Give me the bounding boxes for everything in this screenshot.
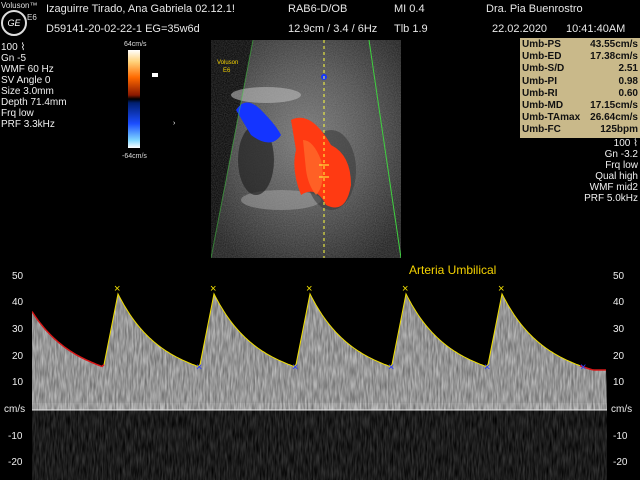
measurement-value: 125bpm <box>600 124 638 136</box>
tib-readout: Tlb 1.9 <box>394 23 428 35</box>
reverse-noise <box>32 410 607 480</box>
measurement-label: Umb-FC <box>522 124 561 136</box>
velocity-tick: 30 <box>613 323 625 335</box>
bmode-image <box>211 40 401 258</box>
velocity-tick: 40 <box>12 297 24 309</box>
diastole-marker-icon: × <box>388 362 394 374</box>
right-param-4: WMF mid2 <box>589 182 638 193</box>
ultrasound-image: Voluson E6 <box>211 40 401 258</box>
velocity-tick: 10 <box>12 377 24 389</box>
measurement-label: Umb-PI <box>522 75 557 87</box>
measurement-value: 17.38cm/s <box>590 51 638 63</box>
exam-time: 10:41:40AM <box>566 23 626 35</box>
velocity-tick: 20 <box>613 350 625 362</box>
peak-marker-icon: × <box>210 283 216 295</box>
measurement-row: Umb-FC 125bpm <box>522 124 638 136</box>
model-label: E6 <box>27 13 37 22</box>
exam-date: 22.02.2020 <box>492 23 548 35</box>
left-param-3: SV Angle 0 <box>1 75 51 86</box>
left-param-4: Size 3.0mm <box>1 86 54 97</box>
color-scale-bar <box>128 50 140 148</box>
velocity-tick: -20 <box>8 457 23 469</box>
color-scale-bottom: -64cm/s <box>122 153 147 160</box>
measurement-value: 0.60 <box>618 87 638 99</box>
measurement-panel: Umb-PS 43.55cm/s Umb-ED 17.38cm/s Umb-S/D 2.5… <box>520 38 640 138</box>
right-velocity-scale: 50 40 30 20 10 -10 -20 cm/s <box>607 266 639 480</box>
measurement-label: Umb-PS <box>522 39 561 50</box>
measurement-value: 26.64cm/s <box>590 112 638 124</box>
patient-name: Izaguirre Tirado, Ana Gabriela 02.12.1! <box>46 3 235 15</box>
measurement-row: Umb-ED 17.38cm/s <box>522 51 638 63</box>
right-params: 100 ⌇ Gn -3.2 Frq low Qual high WMF mid2 PRF … <box>584 138 638 204</box>
velocity-tick: 40 <box>613 297 625 309</box>
velocity-tick: 50 <box>613 270 625 282</box>
velocity-tick: 10 <box>613 377 625 389</box>
measurement-value: 2.51 <box>618 63 638 75</box>
measurement-label: Umb-TAmax <box>522 112 581 124</box>
doctor-name: Dra. Pia Buenrostro <box>486 3 583 15</box>
velocity-unit: cm/s <box>611 404 633 415</box>
measurement-row: Umb-MD 17.15cm/s <box>522 100 638 112</box>
right-param-3: Qual high <box>595 171 638 182</box>
left-velocity-scale: 50 40 30 20 10 -10 -20 cm/s <box>0 266 32 480</box>
left-param-6: Frq low <box>1 108 34 119</box>
measurement-row: Umb-TAmax 26.64cm/s <box>522 112 638 124</box>
color-scale-top: 64cm/s <box>124 41 147 48</box>
measurement-label: Umb-RI <box>522 87 558 99</box>
brand-label: Voluson™ <box>1 1 38 10</box>
overlay-brand: Voluson <box>217 60 239 66</box>
velocity-tick: -10 <box>613 430 628 442</box>
left-param-1: Gn -5 <box>1 53 27 64</box>
measurement-value: 43.55cm/s <box>590 39 638 50</box>
probe-label: RAB6-D/OB <box>288 3 348 15</box>
right-param-1: Gn -3.2 <box>604 149 638 160</box>
ge-logo-icon: GE <box>1 10 27 36</box>
peak-marker-icon: × <box>498 283 504 295</box>
velocity-unit: cm/s <box>4 404 26 415</box>
mi-readout: MI 0.4 <box>394 3 425 15</box>
measurement-row: Umb-S/D 2.51 <box>522 63 638 75</box>
baseline-marker <box>152 73 158 77</box>
velocity-tick: 20 <box>12 350 24 362</box>
depth-info: 12.9cm / 3.4 / 6Hz <box>288 23 378 35</box>
peak-marker-icon: × <box>114 283 120 295</box>
velocity-tick: -20 <box>613 457 628 469</box>
left-param-0: 100 ⌇ <box>1 42 26 53</box>
diastole-marker-icon: × <box>292 362 298 374</box>
velocity-tick: -10 <box>8 430 23 442</box>
diastole-marker-icon: × <box>196 362 202 374</box>
right-param-0: 100 ⌇ <box>613 138 638 149</box>
overlay-model: E6 <box>223 68 231 74</box>
diastole-marker-icon: × <box>484 362 490 374</box>
right-param-2: Frq low <box>605 160 638 171</box>
focus-marker-icon: › <box>173 120 176 127</box>
left-params: 100 ⌇ Gn -5 WMF 60 Hz SV Angle 0 Size 3.0mm D… <box>1 42 67 130</box>
velocity-tick: 50 <box>12 270 24 282</box>
measurement-row: Umb-PI 0.98 <box>522 76 638 88</box>
left-param-7: PRF 3.3kHz <box>1 119 55 130</box>
peak-marker-icon: × <box>402 283 408 295</box>
measurement-value: 17.15cm/s <box>590 100 638 112</box>
right-param-5: PRF 5.0kHz <box>584 193 638 204</box>
left-param-2: WMF 60 Hz <box>1 64 54 75</box>
diastole-marker-icon: × <box>580 362 586 374</box>
velocity-tick: 30 <box>12 323 24 335</box>
header-bar: Voluson™ GE E6 Izaguirre Tirado, Ana Gab… <box>0 0 640 40</box>
measurement-label: Umb-MD <box>522 100 564 112</box>
peak-marker-icon: × <box>306 283 312 295</box>
measurement-row: Umb-PS 43.55cm/s <box>522 39 638 51</box>
doppler-spectrum: × × × × × × × × × × <box>32 283 607 480</box>
left-param-5: Depth 71.4mm <box>1 97 67 108</box>
measurement-label: Umb-ED <box>522 51 562 63</box>
measurement-row: Umb-RI 0.60 <box>522 88 638 100</box>
exam-id: D59141-20-02-22-1 EG=35w6d <box>46 23 200 35</box>
measurement-label: Umb-S/D <box>522 63 565 75</box>
measurement-value: 0.98 <box>618 75 638 87</box>
